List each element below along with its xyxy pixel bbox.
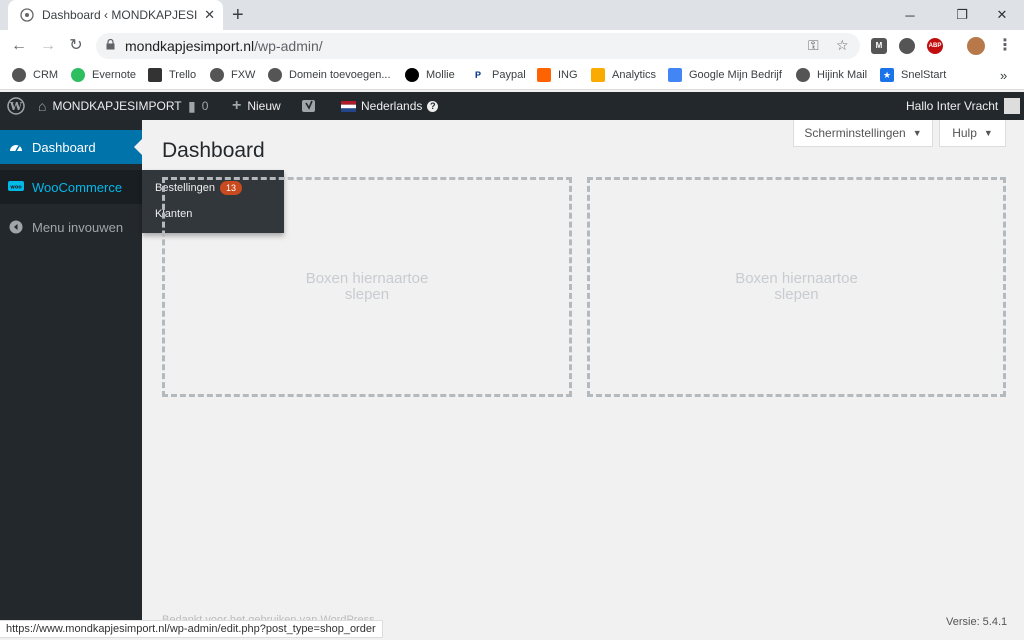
wp-admin-bar: W ⌂ MONDKAPJESIMPORT ▮ 0 + Nieuw Nederlands… [0, 92, 1024, 120]
help-circle-icon: ? [427, 100, 439, 112]
browser-toolbar: ← → ↻ mondkapjesimport.nl/wp-admin/ ⚿ ☆ … [0, 30, 1024, 62]
svg-text:woo: woo [10, 185, 22, 191]
caret-down-icon: ▼ [912, 128, 922, 138]
bookmarks-bar: CRM Evernote Trello FXW Domein toevoegen… [0, 62, 1024, 90]
wordpress-favicon-icon [20, 8, 34, 22]
svg-text:W: W [9, 100, 23, 113]
woocommerce-icon: woo [8, 179, 24, 195]
back-icon[interactable]: ← [7, 35, 31, 57]
star-icon[interactable]: ☆ [836, 37, 849, 54]
bookmark-trello[interactable]: Trello [148, 68, 196, 82]
page-title: Dashboard [162, 139, 265, 162]
caret-down-icon: ▼ [983, 128, 993, 138]
key-icon[interactable]: ⚿ [808, 37, 819, 54]
globe-icon [12, 68, 26, 82]
lock-icon [106, 38, 115, 53]
comment-icon: ▮ [188, 97, 196, 114]
dropzone-text: Boxen hiernaartoe slepen [305, 270, 429, 303]
analytics-icon [591, 68, 605, 82]
adblock-extension-icon[interactable]: ABP [927, 38, 943, 54]
home-icon: ⌂ [38, 98, 47, 114]
globe-icon [210, 68, 224, 82]
widget-dropzone-right[interactable]: Boxen hiernaartoe slepen [587, 177, 1006, 397]
comments-link[interactable]: ▮ 0 [188, 92, 208, 120]
user-account-link[interactable]: Hallo Inter Vracht [906, 92, 1021, 120]
menu-icon[interactable]: ⋮ [993, 35, 1017, 57]
language-switcher[interactable]: Nederlands ? [341, 92, 439, 120]
bookmark-paypal[interactable]: P Paypal [471, 68, 526, 82]
globe-icon [268, 68, 282, 82]
dropzone-text: Boxen hiernaartoe slepen [735, 270, 858, 303]
yoast-seo-icon[interactable] [301, 92, 317, 120]
collapse-arrow-icon [8, 219, 24, 235]
sidebar-item-dashboard[interactable]: Dashboard [0, 130, 142, 164]
sidebar-item-collapse-menu[interactable]: Menu invouwen [0, 210, 142, 244]
gmail-extension-icon[interactable]: M [871, 38, 887, 54]
url-path: /wp-admin/ [254, 38, 323, 54]
dutch-flag-icon [341, 100, 356, 112]
screen-options-button[interactable]: Scherminstellingen ▼ [793, 120, 933, 147]
bookmark-crm[interactable]: CRM [12, 68, 58, 82]
mollie-icon [405, 68, 419, 82]
bookmark-snelstart[interactable]: ★ SnelStart [880, 68, 946, 82]
new-tab-button[interactable]: + [232, 4, 244, 27]
user-avatar [1004, 98, 1021, 114]
evernote-icon [71, 68, 85, 82]
site-name-link[interactable]: ⌂ MONDKAPJESIMPORT [38, 92, 182, 120]
close-tab-icon[interactable]: ✕ [204, 7, 215, 23]
globe-icon [796, 68, 810, 82]
help-button[interactable]: Hulp ▼ [939, 120, 1006, 147]
extension-icon[interactable] [899, 38, 915, 54]
url-host: mondkapjesimport.nl [125, 38, 255, 54]
admin-sidebar: Dashboard woo WooCommerce Menu invouwen [0, 120, 142, 620]
forward-icon[interactable]: → [36, 35, 60, 57]
tab-title: Dashboard ‹ MONDKAPJESIMPORT [42, 8, 198, 22]
bookmark-hijink-mail[interactable]: Hijink Mail [796, 68, 867, 82]
address-bar[interactable]: mondkapjesimport.nl/wp-admin/ ⚿ ☆ [96, 33, 860, 59]
minimize-button[interactable]: ─ [887, 0, 933, 30]
reload-icon[interactable]: ↻ [64, 35, 88, 57]
wp-version: Versie: 5.4.1 [946, 616, 1008, 628]
widget-dropzone-left[interactable]: Boxen hiernaartoe slepen [162, 177, 572, 397]
bookmark-domein[interactable]: Domein toevoegen... [268, 68, 391, 82]
bookmark-analytics[interactable]: Analytics [591, 68, 656, 82]
browser-tab[interactable]: Dashboard ‹ MONDKAPJESIMPORT ✕ [8, 0, 223, 30]
wordpress-logo-icon[interactable]: W [7, 92, 25, 120]
snelstart-icon: ★ [880, 68, 894, 82]
bookmark-google-mijn-bedrijf[interactable]: Google Mijn Bedrijf [668, 68, 782, 82]
browser-status-url: https://www.mondkapjesimport.nl/wp-admin… [0, 620, 383, 638]
close-window-button[interactable]: ✕ [979, 0, 1024, 30]
browser-tabstrip: Dashboard ‹ MONDKAPJESIMPORT ✕ + ─ ❐ ✕ [0, 0, 1024, 30]
google-my-business-icon [668, 68, 682, 82]
plus-icon: + [232, 97, 242, 114]
new-content-link[interactable]: + Nieuw [232, 92, 281, 120]
ing-icon [537, 68, 551, 82]
bookmark-ing[interactable]: ING [537, 68, 578, 82]
bookmark-mollie[interactable]: Mollie [405, 68, 455, 82]
sidebar-item-woocommerce[interactable]: woo WooCommerce [0, 170, 142, 204]
dashboard-gauge-icon [8, 139, 24, 155]
trello-icon [148, 68, 162, 82]
profile-avatar[interactable] [967, 37, 985, 55]
bookmarks-overflow-button[interactable]: » [1000, 68, 1007, 83]
paypal-icon: P [471, 68, 485, 82]
bookmark-fxw[interactable]: FXW [210, 68, 255, 82]
bookmark-evernote[interactable]: Evernote [71, 68, 136, 82]
